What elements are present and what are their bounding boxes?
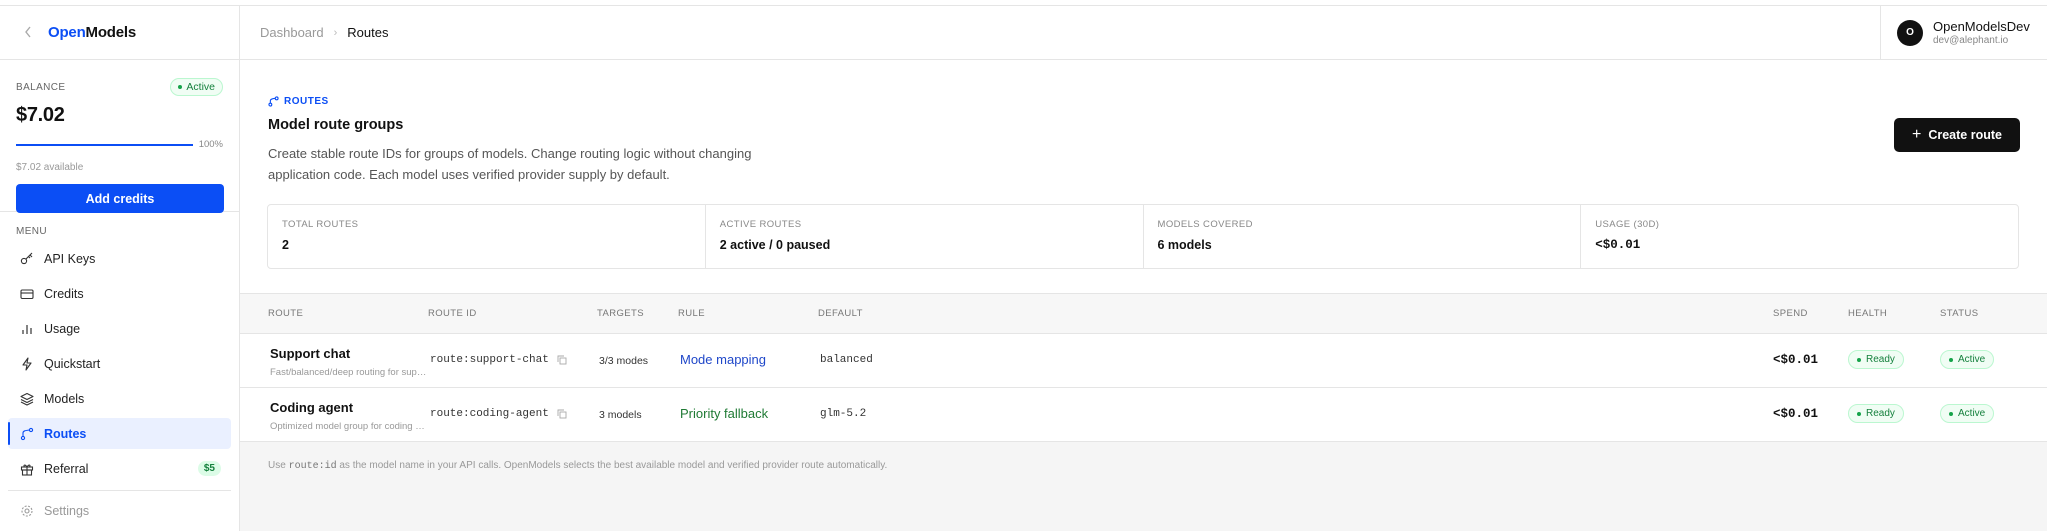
column-route-id[interactable]: ROUTE ID [428,308,477,319]
route-spend: <$0.01 [1773,353,1819,367]
route-targets: 3/3 modes [599,355,649,367]
add-credits-button[interactable]: Add credits [16,184,224,213]
balance-progress-label: 100% [198,139,223,150]
sidebar-item-routes[interactable]: Routes [8,418,231,449]
route-subtitle: Optimized model group for coding agents [270,421,428,432]
table-header: ROUTE ROUTE ID TARGETS RULE DEFAULT SPEN… [240,294,2047,334]
stat-usage-30d: USAGE (30D) <$0.01 [1595,219,1660,252]
status-badge: Active [1940,350,1995,369]
gift-icon [20,464,34,476]
gear-icon [21,504,33,517]
table-row[interactable]: Coding agent Optimized model group for c… [240,388,2047,442]
breadcrumb-dashboard[interactable]: Dashboard [260,25,324,40]
column-route[interactable]: ROUTE [268,308,303,319]
column-rule[interactable]: RULE [678,308,705,319]
sidebar-item-credits[interactable]: Credits [8,278,231,309]
copy-icon[interactable] [557,355,567,365]
create-route-button[interactable]: + Create route [1894,118,2020,152]
layers-icon [20,392,34,406]
route-name[interactable]: Coding agent [270,400,353,415]
route-id: route:support-chat [430,354,567,366]
column-default[interactable]: DEFAULT [818,308,863,319]
routes-table: ROUTE ROUTE ID TARGETS RULE DEFAULT SPEN… [240,294,2047,442]
balance-label: BALANCE [16,81,66,93]
route-id: route:coding-agent [430,408,567,420]
sidebar-item-models[interactable]: Models [8,383,231,414]
table-row[interactable]: Support chat Fast/balanced/deep routing … [240,334,2047,388]
route-targets: 3 models [599,409,642,421]
brand-logo[interactable]: OpenModels [48,24,136,41]
user-email: dev@alephant.io [1933,35,2009,46]
column-status[interactable]: STATUS [1940,308,1978,319]
brand-row: OpenModels [0,6,239,60]
section-tag: ROUTES [268,96,2019,107]
stats-bar: TOTAL ROUTES 2 ACTIVE ROUTES 2 active / … [267,204,2019,269]
sidebar-item-quickstart[interactable]: Quickstart [8,348,231,379]
route-default: glm-5.2 [820,408,867,420]
referral-badge: $5 [197,461,221,476]
route-subtitle: Fast/balanced/deep routing for support [270,367,428,378]
main-content: ROUTES Model route groups Create stable … [240,60,2047,531]
column-health[interactable]: HEALTH [1848,308,1887,319]
top-header: Dashboard › Routes O OpenModelsDev dev@a… [240,6,2047,60]
balance-status-badge: Active [170,78,223,96]
nav-divider [8,490,231,491]
page-description: Create stable route IDs for groups of mo… [268,146,752,182]
key-icon [20,252,33,264]
sidebar-item-usage[interactable]: Usage [8,313,231,344]
lightning-icon [22,356,32,371]
sidebar-item-api-keys[interactable]: API Keys [8,243,231,274]
credit-card-icon [20,288,34,299]
route-name[interactable]: Support chat [270,346,350,361]
menu-label: MENU [16,226,48,237]
bar-chart-icon [22,324,32,334]
page-title: Model route groups [268,117,404,133]
route-default: balanced [820,354,873,366]
breadcrumb: Dashboard › Routes [240,25,388,40]
route-icon [268,96,279,107]
route-rule[interactable]: Priority fallback [680,406,768,421]
sidebar-item-settings[interactable]: Settings [8,495,231,526]
balance-progress-bar [16,143,193,146]
stat-models-covered: MODELS COVERED 6 models [1144,205,1582,268]
avatar: O [1897,19,1923,46]
health-badge: Ready [1848,350,1904,369]
route-spend: <$0.01 [1773,407,1819,421]
status-badge: Active [1940,404,1995,423]
stat-active-routes: ACTIVE ROUTES 2 active / 0 paused [706,205,1144,268]
chevron-left-icon[interactable] [24,25,34,41]
balance-amount: $7.02 [16,104,65,126]
breadcrumb-separator-icon: › [333,26,338,39]
column-spend[interactable]: SPEND [1773,308,1808,319]
sidebar-nav: API Keys Credits Usage Quickstart Models… [0,243,239,526]
stat-total-routes: TOTAL ROUTES 2 [268,205,706,268]
health-badge: Ready [1848,404,1904,423]
sidebar-item-referral[interactable]: Referral $5 [8,453,231,484]
routes-intro: ROUTES Model route groups Create stable … [240,60,2047,294]
balance-card: BALANCE Active $7.02 100% $7.02 availabl… [0,60,239,213]
route-rule[interactable]: Mode mapping [680,352,766,367]
column-targets[interactable]: TARGETS [597,308,644,319]
breadcrumb-current: Routes [347,25,389,40]
copy-icon[interactable] [557,409,567,419]
user-name: OpenModelsDev [1933,19,2030,34]
sidebar: OpenModels BALANCE Active $7.02 100% $7.… [0,6,240,531]
user-menu[interactable]: O OpenModelsDev dev@alephant.io [1880,6,2047,59]
table-footnote: Use route:id as the model name in your A… [268,460,888,472]
balance-available: $7.02 available [16,162,84,173]
plus-icon: + [1912,126,1922,143]
route-icon [20,427,34,440]
